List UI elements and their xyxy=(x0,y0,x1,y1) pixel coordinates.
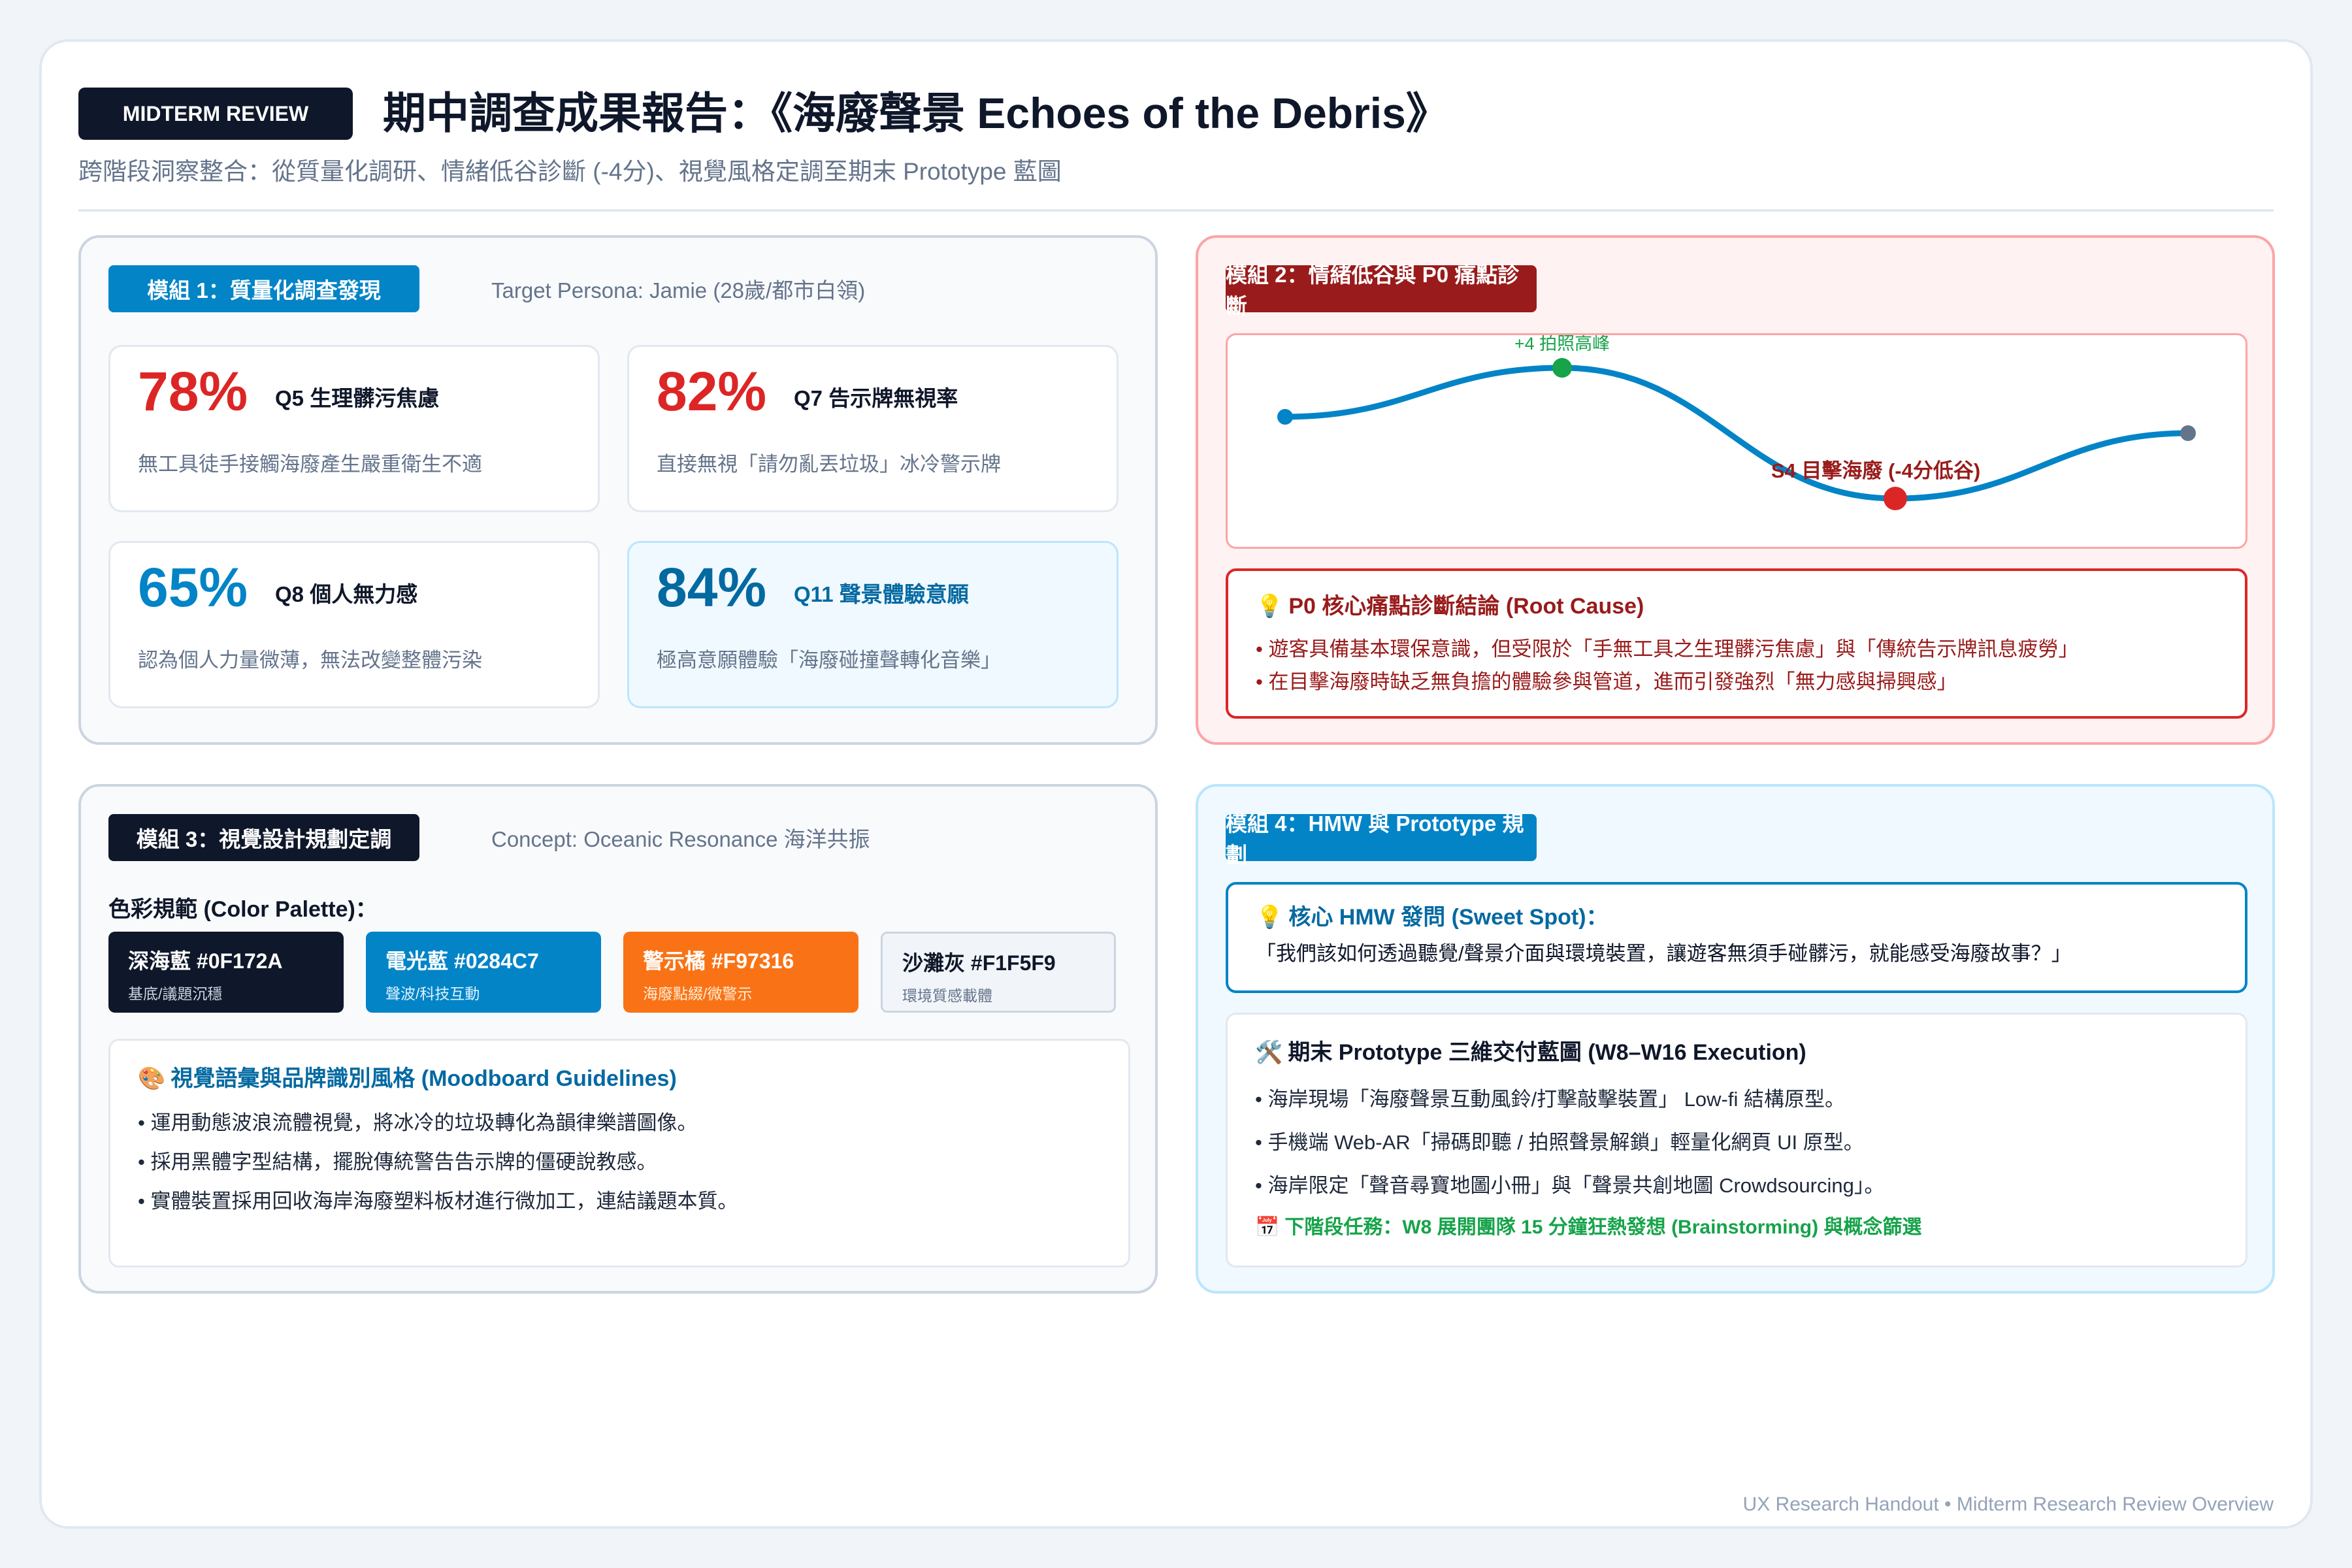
moodboard-bullet: • 採用黑體字型結構，擺脫傳統警告告示牌的僵硬說教感。 xyxy=(138,1151,657,1173)
stat-desc: 認為個人力量微薄，無法改變整體污染 xyxy=(138,649,482,672)
target-persona: Target Persona: Jamie (28歲/都市白領) xyxy=(491,278,866,302)
swatch-desc: 海廢點綴/微警示 xyxy=(643,985,753,1002)
page-header: MIDTERM REVIEW 期中調查成果報告：《海廢聲景 Echoes of … xyxy=(78,85,2274,212)
swatch-name: 沙灘灰 #F1F5F9 xyxy=(902,951,1056,975)
module-2-badge: 模組 2：情緒低谷與 P0 痛點診斷 xyxy=(1226,263,1537,318)
root-cause-bullet: • 在目擊海廢時缺乏無負擔的體驗參與管道，進而引發強烈「無力感與掃興感」 xyxy=(1256,670,1957,693)
module-3-visual-design: 模組 3：視覺設計規劃定調 Concept: Oceanic Resonance… xyxy=(78,784,1158,1294)
stat-label: Q11 聲景體驗意願 xyxy=(794,582,969,606)
stat-value: 82% xyxy=(657,361,767,422)
swatch-electric-blue: 電光藍 #0284C7 聲波/科技互動 xyxy=(366,932,601,1013)
root-cause-box: 💡 P0 核心痛點診斷結論 (Root Cause) • 遊客具備基本環保意識，但… xyxy=(1226,568,2247,719)
stat-desc: 直接無視「請勿亂丟垃圾」冰冷警示牌 xyxy=(657,453,1001,476)
root-cause-bullet: • 遊客具備基本環保意識，但受限於「手無工具之生理髒污焦慮」與「傳統告示牌訊息疲… xyxy=(1256,638,2079,661)
page-subtitle: 跨階段洞察整合：從質量化調研、情緒低谷診斷 (-4分)、視覺風格定調至期末 Pr… xyxy=(78,158,1062,185)
page-title: 期中調查成果報告：《海廢聲景 Echoes of the Debris》 xyxy=(383,89,1449,137)
module-4-badge: 模組 4：HMW 與 Prototype 規劃 xyxy=(1226,811,1537,867)
concept-subtitle: Concept: Oceanic Resonance 海洋共振 xyxy=(491,827,870,851)
curve-point-start xyxy=(1277,409,1293,425)
low-annotation: S4 目擊海廢 (-4分低谷) xyxy=(1771,459,1980,482)
stat-card-q5: 78% Q5 生理髒污焦慮 無工具徒手接觸海廢產生嚴重衛生不適 xyxy=(108,345,600,512)
swatch-deep-navy: 深海藍 #0F172A 基底/議題沉穩 xyxy=(108,932,344,1013)
hmw-box: 💡 核心 HMW 發問 (Sweet Spot)： 「我們該如何透過聽覺/聲景介面… xyxy=(1226,882,2247,993)
prototype-blueprint-box: 🛠️ 期末 Prototype 三維交付藍圖 (W8–W16 Execution)… xyxy=(1226,1013,2247,1267)
prototype-bullet: • 海岸限定「聲音尋寶地圖小冊」與「聲景共創地圖 Crowdsourcing」。 xyxy=(1255,1174,1885,1197)
module-3-badge: 模組 3：視覺設計規劃定調 xyxy=(108,814,419,861)
module-1-badge: 模組 1：質量化調查發現 xyxy=(108,265,419,312)
midterm-review-badge: MIDTERM REVIEW xyxy=(78,88,353,140)
swatch-sand-gray: 沙灘灰 #F1F5F9 環境質感載體 xyxy=(881,932,1116,1013)
emotion-curve-svg: +4 拍照高峰 S4 目擊海廢 (-4分低谷) xyxy=(1277,335,2196,510)
module-2-emotion-pain-point: 模組 2：情緒低谷與 P0 痛點診斷 +4 拍照高峰 S4 目擊海廢 (-4分低… xyxy=(1196,235,2275,745)
emotion-curve-line xyxy=(1282,365,2191,502)
swatch-desc: 聲波/科技互動 xyxy=(385,985,480,1002)
curve-point-end xyxy=(2180,425,2196,441)
stat-desc: 極高意願體驗「海廢碰撞聲轉化音樂」 xyxy=(657,649,1001,672)
footer-credit: UX Research Handout • Midterm Research R… xyxy=(1742,1494,2274,1515)
calendar-icon: 📅 xyxy=(1255,1217,1280,1238)
curve-point-peak xyxy=(1552,358,1572,378)
prototype-title: 🛠️ 期末 Prototype 三維交付藍圖 (W8–W16 Execution) xyxy=(1255,1040,1806,1065)
lightbulb-icon: 💡 xyxy=(1256,905,1284,930)
moodboard-guidelines-box: 🎨 視覺語彙與品牌識別風格 (Moodboard Guidelines) • 運用… xyxy=(108,1039,1130,1267)
stat-label: Q5 生理髒污焦慮 xyxy=(275,386,440,410)
peak-annotation: +4 拍照高峰 xyxy=(1514,335,1610,353)
stat-desc: 無工具徒手接觸海廢產生嚴重衛生不適 xyxy=(138,453,482,476)
next-stage-task: 📅 下階段任務：W8 展開團隊 15 分鐘狂熱發想 (Brainstorming)… xyxy=(1255,1217,1922,1238)
swatch-desc: 基底/議題沉穩 xyxy=(128,985,223,1002)
swatch-warning-orange: 警示橘 #F97316 海廢點綴/微警示 xyxy=(623,932,858,1013)
root-cause-title: 💡 P0 核心痛點診斷結論 (Root Cause) xyxy=(1256,594,1644,619)
moodboard-bullet: • 運用動態波浪流體視覺，將冰冷的垃圾轉化為韻律樂譜圖像。 xyxy=(138,1111,698,1134)
tools-icon: 🛠️ xyxy=(1255,1040,1283,1065)
swatch-desc: 環境質感載體 xyxy=(902,987,992,1004)
stat-card-q7: 82% Q7 告示牌無視率 直接無視「請勿亂丟垃圾」冰冷警示牌 xyxy=(627,345,1119,512)
stat-value: 84% xyxy=(657,557,767,618)
stat-card-q11: 84% Q11 聲景體驗意願 極高意願體驗「海廢碰撞聲轉化音樂」 xyxy=(627,541,1119,708)
moodboard-bullet: • 實體裝置採用回收海岸海廢塑料板材進行微加工，連結議題本質。 xyxy=(138,1190,738,1213)
swatch-name: 深海藍 #0F172A xyxy=(128,949,283,973)
module-4-hmw-prototype: 模組 4：HMW 與 Prototype 規劃 💡 核心 HMW 發問 (Swee… xyxy=(1196,784,2275,1294)
module-1-survey-findings: 模組 1：質量化調查發現 Target Persona: Jamie (28歲/… xyxy=(78,235,1158,745)
stat-label: Q8 個人無力感 xyxy=(275,582,418,606)
stat-value: 65% xyxy=(138,557,248,618)
stat-label: Q7 告示牌無視率 xyxy=(794,386,958,410)
prototype-bullet: • 手機端 Web-AR「掃碼即聽 / 拍照聲景解鎖」輕量化網頁 UI 原型。 xyxy=(1255,1131,1864,1154)
lightbulb-icon: 💡 xyxy=(1256,594,1284,619)
hmw-quote: 「我們該如何透過聽覺/聲景介面與環境裝置，讓遊客無須手碰髒污，就能感受海廢故事？… xyxy=(1256,942,2072,965)
emotion-curve-chart: +4 拍照高峰 S4 目擊海廢 (-4分低谷) xyxy=(1226,333,2247,549)
stat-value: 78% xyxy=(138,361,248,422)
prototype-bullet: • 海岸現場「海廢聲景互動風鈴/打擊敲擊裝置」 Low-fi 結構原型。 xyxy=(1255,1088,1845,1111)
moodboard-title: 🎨 視覺語彙與品牌識別風格 (Moodboard Guidelines) xyxy=(138,1066,677,1091)
palette-title: 色彩規範 (Color Palette)： xyxy=(108,897,378,922)
swatch-name: 警示橘 #F97316 xyxy=(643,949,794,973)
swatch-name: 電光藍 #0284C7 xyxy=(385,949,539,973)
palette-icon: 🎨 xyxy=(138,1066,166,1091)
stat-card-q8: 65% Q8 個人無力感 認為個人力量微薄，無法改變整體污染 xyxy=(108,541,600,708)
curve-point-low xyxy=(1884,487,1907,510)
hmw-title: 💡 核心 HMW 發問 (Sweet Spot)： xyxy=(1256,905,1609,930)
